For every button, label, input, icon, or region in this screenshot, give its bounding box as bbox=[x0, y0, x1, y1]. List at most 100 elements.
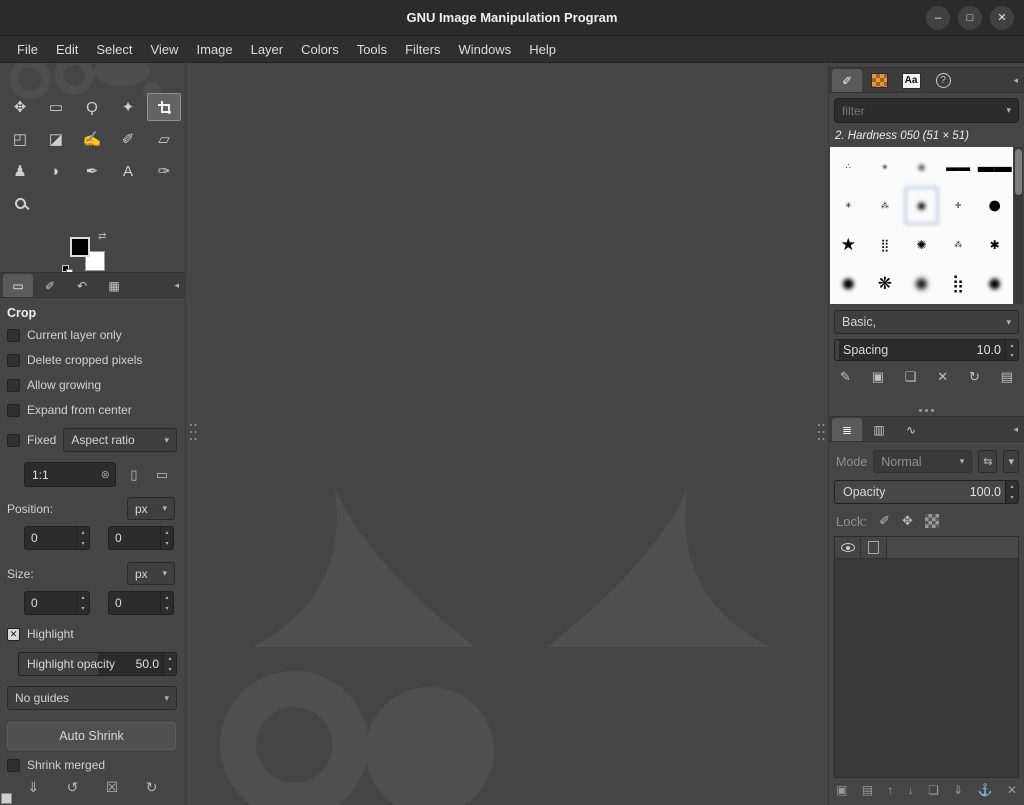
brush-thumbnail[interactable]: • bbox=[868, 148, 901, 185]
delete-layer-button[interactable]: ✕ bbox=[1007, 783, 1017, 797]
swap-colors-icon[interactable]: ⇄ bbox=[98, 231, 106, 242]
brush-group-select[interactable]: Basic, ▾ bbox=[834, 310, 1019, 334]
expand-from-center-checkbox[interactable] bbox=[7, 403, 20, 417]
highlight-checkbox[interactable]: ✕ bbox=[7, 627, 20, 641]
delete-cropped-pixels-row[interactable]: Delete cropped pixels bbox=[7, 353, 179, 367]
text-tool[interactable]: A bbox=[111, 157, 145, 185]
brush-thumbnail[interactable]: ⣿ bbox=[868, 226, 901, 263]
default-colors-icon[interactable] bbox=[62, 265, 74, 272]
maximize-button[interactable]: □ bbox=[958, 6, 982, 30]
brush-thumbnail[interactable]: ✱ bbox=[978, 226, 1011, 263]
spin-down-icon[interactable]: ▾ bbox=[161, 538, 173, 549]
brush-thumbnail[interactable]: ● bbox=[978, 265, 1011, 302]
brush-thumbnail[interactable]: ⁂ bbox=[868, 187, 901, 224]
position-unit-select[interactable]: px ▾ bbox=[127, 497, 175, 520]
tab-paths[interactable]: ∿ bbox=[896, 418, 926, 441]
brush-thumbnail[interactable]: ● bbox=[905, 148, 938, 185]
brush-thumbnail[interactable]: ▬▬ bbox=[942, 148, 975, 185]
brush-thumbnail[interactable]: ✛ bbox=[942, 187, 975, 224]
brush-thumbnail[interactable]: ∴ bbox=[832, 148, 865, 185]
lock-pixels-icon[interactable]: ✐ bbox=[879, 513, 890, 529]
dock-splitter-handle[interactable] bbox=[816, 418, 826, 446]
dock-splitter-handle[interactable] bbox=[829, 404, 1024, 416]
size-unit-select[interactable]: px ▾ bbox=[127, 562, 175, 585]
visibility-cell[interactable] bbox=[835, 537, 861, 558]
spin-up-icon[interactable]: ▴ bbox=[1006, 340, 1018, 350]
brush-thumbnail[interactable]: ⣷ bbox=[942, 265, 975, 302]
shrink-merged-row[interactable]: Shrink merged bbox=[7, 758, 179, 772]
layer-mode-select[interactable]: Normal ▾ bbox=[873, 450, 973, 473]
delete-brush-button[interactable]: ✕ bbox=[937, 369, 948, 385]
spin-down-icon[interactable]: ▾ bbox=[1006, 350, 1018, 360]
brush-thumbnail[interactable]: ● bbox=[832, 265, 865, 302]
zoom-tool[interactable] bbox=[3, 189, 37, 217]
menu-view[interactable]: View bbox=[142, 36, 188, 63]
size-height-spinbox[interactable]: 0 ▴ ▾ bbox=[108, 591, 174, 615]
delete-cropped-pixels-checkbox[interactable] bbox=[7, 353, 20, 367]
new-group-button[interactable]: ▤ bbox=[862, 783, 873, 797]
menu-help[interactable]: Help bbox=[520, 36, 565, 63]
dock-menu-icon[interactable]: ◂ bbox=[174, 280, 185, 297]
new-brush-button[interactable]: ▣ bbox=[872, 369, 884, 385]
spin-up-icon[interactable]: ▴ bbox=[1006, 481, 1018, 492]
tab-device-status[interactable]: ✐ bbox=[35, 274, 65, 297]
layer-name-cell[interactable] bbox=[887, 537, 1018, 558]
lock-position-icon[interactable]: ✥ bbox=[902, 513, 913, 529]
spin-up-icon[interactable]: ▴ bbox=[161, 592, 173, 603]
duplicate-brush-button[interactable]: ❏ bbox=[905, 369, 917, 385]
position-x-spinbox[interactable]: 0 ▴ ▾ bbox=[24, 526, 90, 550]
highlight-row[interactable]: ✕ Highlight bbox=[7, 627, 179, 641]
tab-undo-history[interactable]: ↶ bbox=[67, 274, 97, 297]
tab-images[interactable]: ▦ bbox=[99, 274, 129, 297]
tab-channels[interactable]: ▥ bbox=[864, 418, 894, 441]
allow-growing-row[interactable]: Allow growing bbox=[7, 378, 179, 392]
raise-layer-button[interactable]: ↑ bbox=[887, 783, 893, 797]
paths-tool[interactable]: ✒ bbox=[75, 157, 109, 185]
brush-thumbnail[interactable]: ★ bbox=[832, 226, 865, 263]
resize-grip[interactable] bbox=[1, 793, 12, 804]
brush-thumbnail[interactable]: ● bbox=[905, 265, 938, 302]
smudge-tool[interactable]: ✍ bbox=[75, 125, 109, 153]
menu-windows[interactable]: Windows bbox=[449, 36, 520, 63]
edit-brush-button[interactable]: ✎ bbox=[840, 369, 851, 385]
spin-down-icon[interactable]: ▾ bbox=[77, 538, 89, 549]
spin-up-icon[interactable]: ▴ bbox=[164, 653, 176, 664]
tab-document-history[interactable]: ? bbox=[928, 69, 958, 92]
spin-down-icon[interactable]: ▾ bbox=[1006, 492, 1018, 503]
clear-icon[interactable]: ⊗ bbox=[101, 468, 110, 481]
current-layer-only-checkbox[interactable] bbox=[7, 328, 20, 342]
foreground-color-swatch[interactable] bbox=[70, 237, 90, 257]
portrait-button[interactable]: ▯ bbox=[124, 465, 144, 485]
menu-edit[interactable]: Edit bbox=[47, 36, 87, 63]
scrollbar-thumb[interactable] bbox=[1015, 149, 1022, 195]
transform-tool[interactable]: ◰ bbox=[3, 125, 37, 153]
fixed-type-select[interactable]: Aspect ratio ▾ bbox=[63, 428, 177, 452]
brush-thumbnail[interactable]: ▬▬ bbox=[978, 148, 1012, 185]
blur-tool[interactable]: ◗ bbox=[39, 157, 73, 185]
spin-up-icon[interactable]: ▴ bbox=[77, 592, 89, 603]
bucket-fill-tool[interactable]: ◪ bbox=[39, 125, 73, 153]
menu-image[interactable]: Image bbox=[187, 36, 241, 63]
auto-shrink-button[interactable]: Auto Shrink bbox=[7, 722, 176, 750]
close-button[interactable]: ✕ bbox=[990, 6, 1014, 30]
spin-up-icon[interactable]: ▴ bbox=[161, 527, 173, 538]
menu-layer[interactable]: Layer bbox=[242, 36, 293, 63]
rectangle-select-tool[interactable]: ▭ bbox=[39, 93, 73, 121]
dock-menu-icon[interactable]: ◂ bbox=[1013, 424, 1024, 441]
restore-preset-button[interactable]: ↺ bbox=[67, 779, 79, 796]
shrink-merged-checkbox[interactable] bbox=[7, 758, 20, 772]
paintbrush-tool[interactable]: ✐ bbox=[111, 125, 145, 153]
landscape-button[interactable]: ▭ bbox=[152, 465, 172, 485]
anchor-layer-button[interactable]: ⚓ bbox=[978, 783, 993, 797]
brush-thumbnail[interactable]: ● bbox=[978, 187, 1011, 224]
tab-tool-options[interactable]: ▭ bbox=[3, 274, 33, 297]
tab-fonts[interactable]: Aa bbox=[896, 69, 926, 92]
clone-tool[interactable]: ♟ bbox=[3, 157, 37, 185]
expand-from-center-row[interactable]: Expand from center bbox=[7, 403, 179, 417]
aspect-ratio-input[interactable] bbox=[32, 467, 101, 482]
open-brush-button[interactable]: ▤ bbox=[1001, 369, 1013, 385]
menu-select[interactable]: Select bbox=[87, 36, 141, 63]
menu-colors[interactable]: Colors bbox=[292, 36, 348, 63]
chain-cell[interactable] bbox=[861, 537, 887, 558]
eraser-tool[interactable]: ▱ bbox=[147, 125, 181, 153]
